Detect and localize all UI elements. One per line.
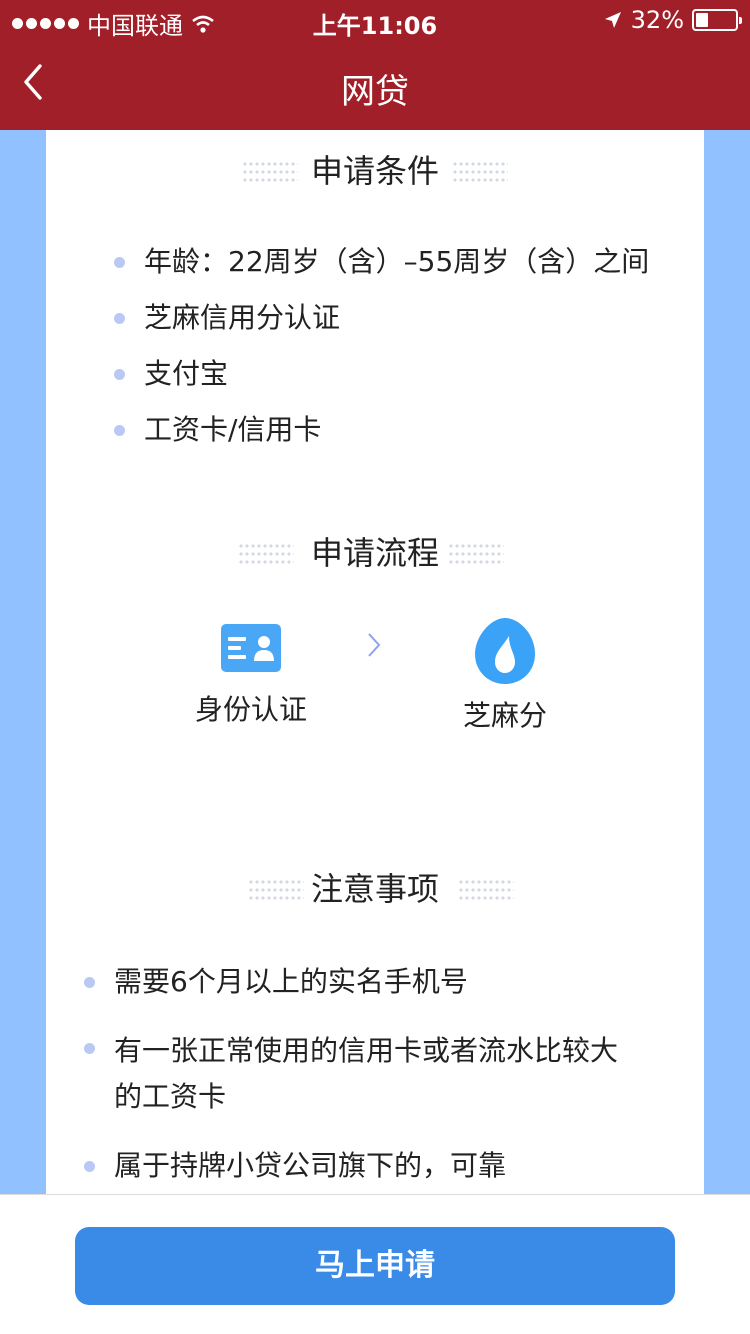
process-step-sesame: 芝麻分 [440,616,570,734]
step-label: 身份认证 [194,693,307,726]
list-item: 芝麻信用分认证 [113,298,649,338]
content-scroll-area[interactable]: 申请条件 年龄：22周岁（含）–55周岁（含）之间 芝麻信用分认证 支付宝 工资… [0,130,750,1194]
status-right: 32% [603,6,742,34]
battery-icon [692,9,742,31]
section-title-process: 申请流程 [46,528,704,578]
section-title-notes: 注意事项 [46,864,704,914]
conditions-list: 年龄：22周岁（含）–55周岁（含）之间 芝麻信用分认证 支付宝 工资卡/信用卡 [113,242,649,450]
notes-title: 注意事项 [298,864,452,910]
conditions-title: 申请条件 [298,146,452,192]
location-arrow-icon [604,12,621,28]
list-item: 支付宝 [113,354,649,394]
decorative-dots [452,160,508,184]
battery-percent: 32% [630,6,684,34]
decorative-dots [242,160,298,184]
list-item: 属于持牌小贷公司旗下的，可靠 [84,1146,634,1186]
notes-list: 需要6个月以上的实名手机号 有一张正常使用的信用卡或者流水比较大的工资卡 属于持… [84,962,634,1186]
decorative-dots [448,542,504,566]
status-bar: 中国联通 上午11:06 32% [0,0,750,40]
decorative-dots [248,878,304,902]
navigation-bar: 网贷 [0,40,750,130]
section-title-conditions: 申请条件 [46,146,704,196]
id-card-icon [221,624,281,672]
sesame-drop-icon [475,618,535,684]
content-card: 申请条件 年龄：22周岁（含）–55周岁（含）之间 芝麻信用分认证 支付宝 工资… [46,130,704,1194]
page-title: 网贷 [341,72,409,112]
footer-bar: 马上申请 [0,1194,750,1334]
list-item: 工资卡/信用卡 [113,410,649,450]
decorative-dots [238,542,294,566]
step-label: 芝麻分 [462,699,547,732]
apply-now-button[interactable]: 马上申请 [75,1227,675,1305]
chevron-right-icon [366,632,382,665]
process-title: 申请流程 [298,528,452,574]
list-item: 有一张正常使用的信用卡或者流水比较大的工资卡 [84,1028,634,1120]
list-item: 年龄：22周岁（含）–55周岁（含）之间 [113,242,649,282]
process-step-id: 身份认证 [186,624,316,728]
decorative-dots [458,878,514,902]
list-item: 需要6个月以上的实名手机号 [84,962,634,1002]
